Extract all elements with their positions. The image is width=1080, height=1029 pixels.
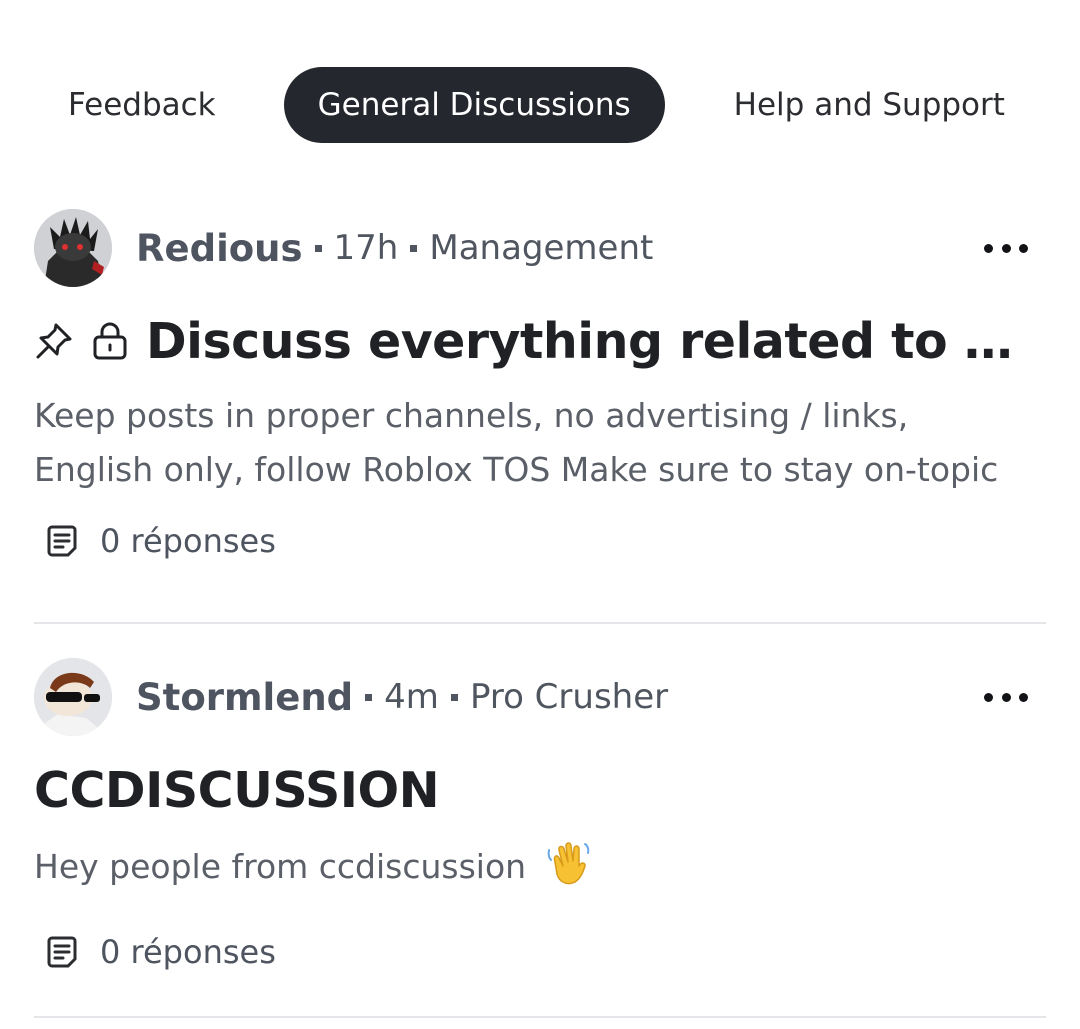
pin-icon xyxy=(34,321,74,361)
category-tabs: Feedback General Discussions Help and Su… xyxy=(34,67,1039,143)
post-title[interactable]: Discuss everything related to CCDISCUSSI… xyxy=(146,313,1016,370)
comment-icon xyxy=(47,525,77,557)
post-meta: Redious 17h Management xyxy=(136,227,653,270)
author-role: Management xyxy=(429,228,654,268)
post-body: Hey people from ccdiscussion xyxy=(34,840,1024,894)
post-time: 4m xyxy=(384,677,439,717)
tab-feedback[interactable]: Feedback xyxy=(34,67,250,143)
waving-hand-icon xyxy=(547,842,589,885)
replies-link[interactable]: 0 réponses xyxy=(34,930,1046,974)
post-card[interactable]: Redious 17h Management Discuss everythin… xyxy=(34,207,1046,563)
post-divider xyxy=(34,622,1046,624)
post-header: Redious 17h Management xyxy=(34,207,1046,289)
author-name[interactable]: Redious xyxy=(136,227,303,270)
reply-count: 0 réponses xyxy=(100,522,276,560)
more-dot xyxy=(984,692,993,702)
author-avatar[interactable] xyxy=(34,209,112,287)
post-time: 17h xyxy=(333,228,399,268)
more-options-button[interactable] xyxy=(984,682,1028,712)
author-avatar[interactable] xyxy=(34,658,112,736)
separator-dot xyxy=(365,693,373,701)
more-options-button[interactable] xyxy=(984,233,1028,263)
more-dot xyxy=(984,243,993,253)
tab-general-discussions[interactable]: General Discussions xyxy=(283,67,665,143)
post-title-row: CCDISCUSSION xyxy=(34,756,1046,824)
post-card[interactable]: Stormlend 4m Pro Crusher CCDISCUSSION He… xyxy=(34,656,1046,974)
more-dot xyxy=(1019,692,1028,702)
reply-count: 0 réponses xyxy=(100,933,276,971)
more-dot xyxy=(1019,243,1028,253)
separator-dot xyxy=(450,693,458,701)
lock-icon xyxy=(92,321,128,361)
post-meta: Stormlend 4m Pro Crusher xyxy=(136,676,668,719)
comment-icon xyxy=(47,936,77,968)
author-role: Pro Crusher xyxy=(469,677,669,717)
post-title[interactable]: CCDISCUSSION xyxy=(34,762,439,819)
post-body-text: Hey people from ccdiscussion xyxy=(34,847,527,886)
post-body: Keep posts in proper channels, no advert… xyxy=(34,396,999,489)
post-header: Stormlend 4m Pro Crusher xyxy=(34,656,1046,738)
post-title-row: Discuss everything related to CCDISCUSSI… xyxy=(34,307,1046,375)
tab-help-and-support[interactable]: Help and Support xyxy=(700,67,1039,143)
author-name[interactable]: Stormlend xyxy=(136,676,353,719)
separator-dot xyxy=(410,244,418,252)
replies-link[interactable]: 0 réponses xyxy=(34,519,1046,563)
more-dot xyxy=(1001,243,1011,253)
more-dot xyxy=(1001,692,1011,702)
separator-dot xyxy=(314,244,322,252)
post-divider xyxy=(34,1016,1046,1018)
